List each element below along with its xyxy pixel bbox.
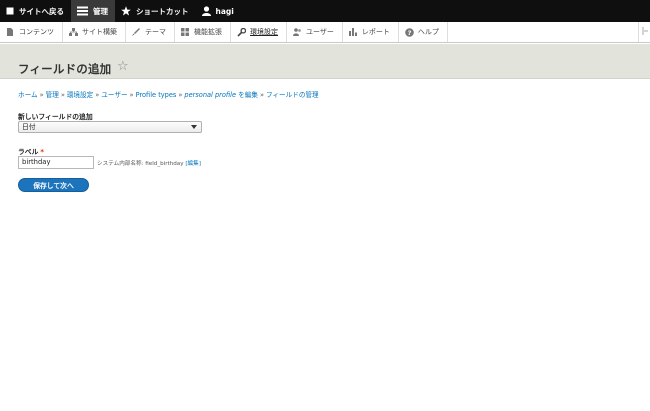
back-to-site-label: サイトへ戻る — [19, 6, 64, 16]
people-icon — [293, 28, 301, 36]
admin-tray: コンテンツ サイト構築 テーマ 機能拡張 環境設定 ユーザー レポート ? ヘル… — [0, 22, 650, 43]
config-icon — [237, 27, 247, 37]
required-marker: * — [40, 148, 44, 156]
breadcrumb-home[interactable]: ホーム — [18, 91, 38, 99]
appearance-icon — [132, 28, 140, 36]
star-icon — [121, 6, 131, 16]
tray-item-extend[interactable]: 機能拡張 — [175, 22, 231, 42]
shortcut-star-icon[interactable]: ☆ — [117, 59, 129, 74]
orientation-toggle-icon — [642, 27, 648, 37]
shortcuts-label: ショートカット — [136, 6, 189, 16]
machine-name-edit-link[interactable]: [編集] — [185, 161, 201, 167]
page-title: フィールドの追加 — [18, 62, 112, 76]
user-label: hagi — [215, 6, 234, 16]
tray-item-structure[interactable]: サイト構築 — [63, 22, 126, 42]
breadcrumb-profile-types[interactable]: Profile types — [136, 91, 177, 99]
user-tab[interactable]: hagi — [196, 0, 241, 22]
tray-item-config[interactable]: 環境設定 — [231, 22, 287, 42]
tray-item-people[interactable]: ユーザー — [287, 22, 343, 42]
content-icon — [6, 28, 14, 36]
shortcuts-tab[interactable]: ショートカット — [115, 0, 196, 22]
page-header: フィールドの追加 ☆ — [0, 44, 650, 79]
extend-icon — [181, 28, 189, 36]
breadcrumb-manage-fields[interactable]: フィールドの管理 — [266, 91, 319, 99]
tray-item-reports[interactable]: レポート — [343, 22, 399, 42]
manage-label: 管理 — [93, 6, 108, 16]
breadcrumb-admin[interactable]: 管理 — [46, 91, 59, 99]
hamburger-icon — [77, 6, 88, 16]
breadcrumb-config[interactable]: 環境設定 — [67, 91, 93, 99]
manage-menu-tab[interactable]: 管理 — [71, 0, 115, 22]
breadcrumb-edit-profile[interactable]: personal profile を編集 — [184, 91, 258, 99]
field-label-input[interactable]: birthday — [18, 156, 94, 169]
new-field-type-select[interactable]: 日付 — [18, 121, 202, 133]
user-icon — [201, 6, 211, 16]
reports-icon — [348, 28, 357, 36]
save-and-continue-button[interactable]: 保存して次へ — [18, 178, 89, 192]
breadcrumb: ホーム» 管理» 環境設定» ユーザー» Profile types» personal … — [18, 91, 319, 99]
help-icon: ? — [405, 28, 414, 37]
chevron-down-icon — [191, 125, 197, 129]
back-to-site-link[interactable]: サイトへ戻る — [0, 0, 71, 22]
admin-toolbar: サイトへ戻る 管理 ショートカット hagi — [0, 0, 650, 22]
tray-item-content[interactable]: コンテンツ — [0, 22, 63, 42]
field-label-label: ラベル * — [18, 148, 44, 156]
tray-item-appearance[interactable]: テーマ — [126, 22, 175, 42]
machine-name: システム内部名称: field_birthday [編集] — [97, 161, 201, 167]
select-value: 日付 — [22, 123, 36, 131]
home-icon — [6, 7, 14, 15]
structure-icon — [69, 28, 78, 36]
new-field-label: 新しいフィールドの追加 — [18, 113, 93, 121]
breadcrumb-people[interactable]: ユーザー — [101, 91, 127, 99]
tray-item-help[interactable]: ? ヘルプ — [399, 22, 448, 42]
svg-text:?: ? — [407, 29, 411, 37]
tray-orientation-toggle[interactable] — [638, 22, 650, 42]
